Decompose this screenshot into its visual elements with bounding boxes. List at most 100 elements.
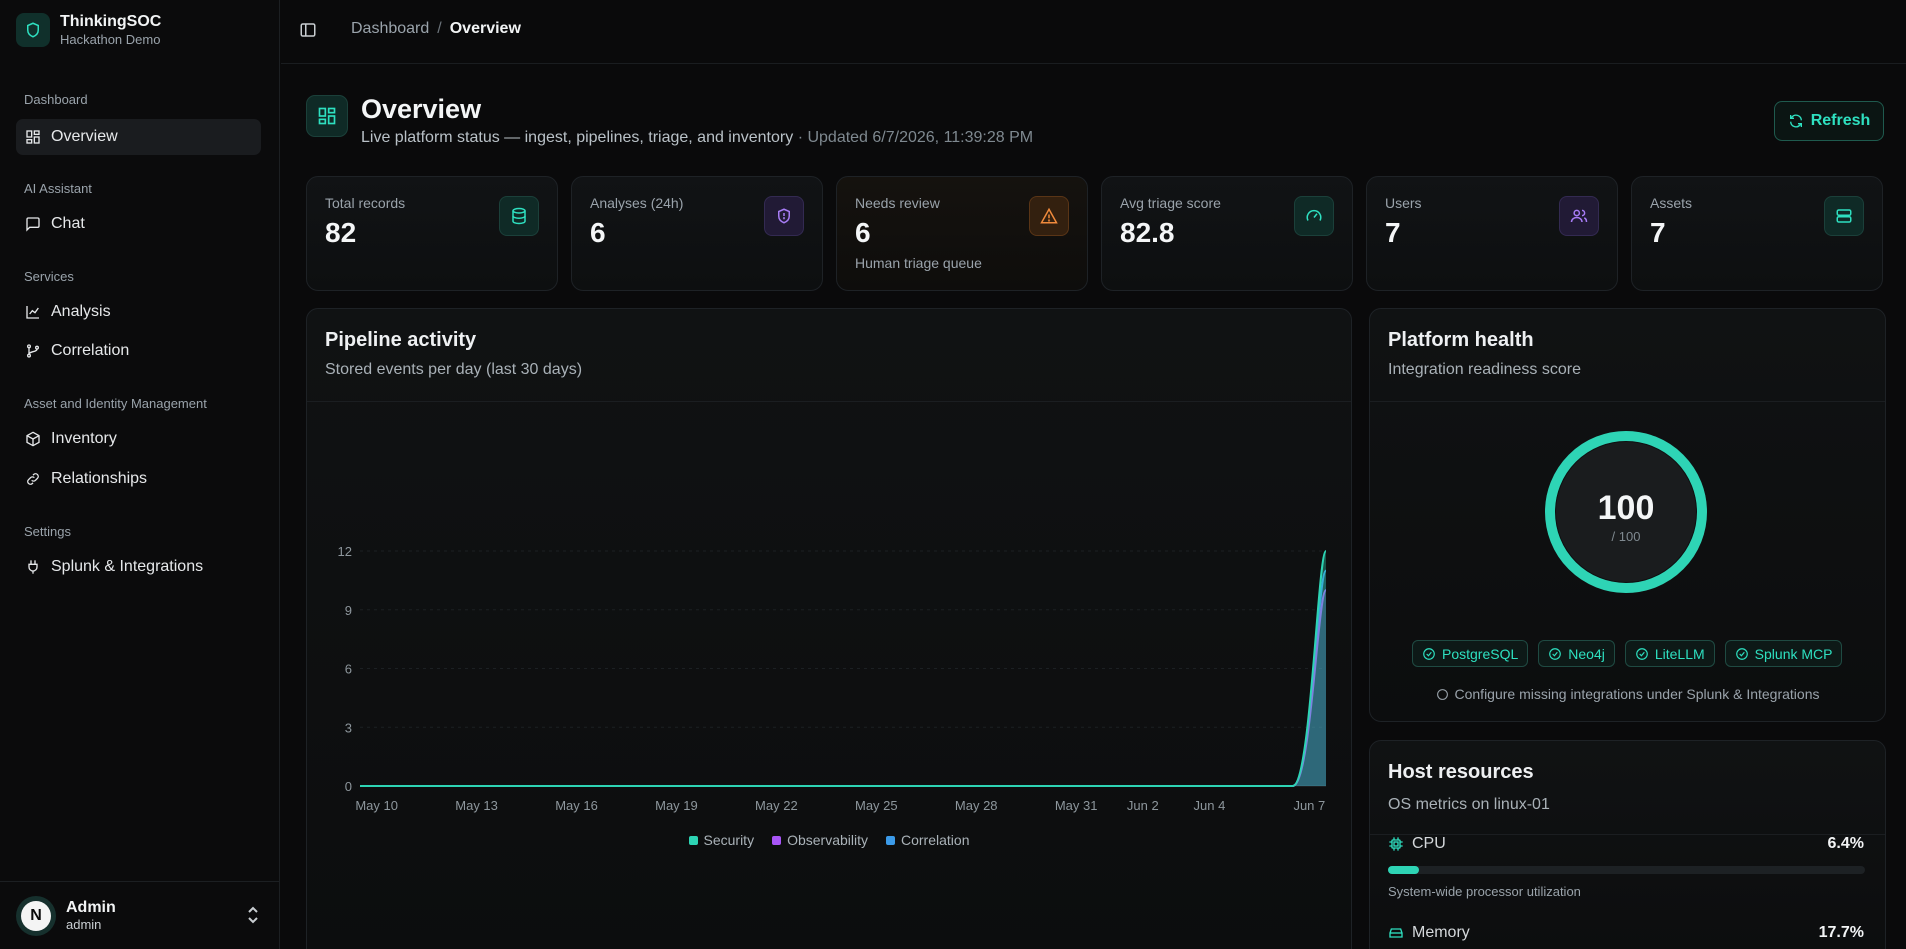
health-score-ring: 100 / 100: [1543, 429, 1709, 595]
layout-grid-icon: [26, 130, 40, 144]
sidebar-item-inventory[interactable]: Inventory: [16, 421, 261, 457]
cpu-description: System-wide processor utilization: [1388, 884, 1581, 899]
panel-title: Platform health: [1388, 329, 1534, 351]
shield-icon: [764, 196, 804, 236]
nav-group-dashboard: Dashboard: [24, 92, 88, 107]
breadcrumb-separator: /: [437, 20, 442, 37]
sidebar-item-label: Analysis: [51, 303, 111, 320]
config-note: Configure missing integrations under Spl…: [1369, 686, 1886, 702]
stat-label: Needs review: [855, 195, 940, 211]
stat-value: 6: [855, 217, 871, 248]
layout-grid-icon: [306, 95, 348, 137]
panel-divider: [1370, 834, 1885, 835]
link-icon: [27, 473, 39, 485]
integration-chip-postgresql: PostgreSQL: [1412, 640, 1529, 667]
nav-group-asset-identity: Asset and Identity Management: [24, 396, 207, 411]
last-updated: · Updated 6/7/2026, 11:39:28 PM: [797, 129, 1034, 146]
plug-icon: [28, 560, 38, 574]
topbar: Dashboard / Overview: [281, 0, 1906, 64]
breadcrumb-dashboard[interactable]: Dashboard: [351, 20, 429, 38]
chip-label: LiteLLM: [1654, 645, 1705, 662]
refresh-label: Refresh: [1810, 112, 1871, 129]
sidebar-toggle-icon[interactable]: [299, 21, 317, 39]
memory-label-text: Memory: [1412, 924, 1470, 941]
brand[interactable]: ThinkingSOC Hackathon Demo: [16, 12, 161, 48]
memory-icon: [1389, 928, 1403, 938]
integration-chip-neo4j: Neo4j: [1538, 640, 1615, 667]
sidebar-item-overview[interactable]: Overview: [16, 119, 261, 155]
users-icon: [1559, 196, 1599, 236]
server-icon: [1824, 196, 1864, 236]
breadcrumb: Dashboard / Overview: [351, 20, 521, 38]
integration-chips: PostgreSQL Neo4j LiteLLM Splunk MCP: [1412, 640, 1843, 667]
stat-note: Human triage queue: [855, 255, 982, 271]
legend-label: Correlation: [901, 832, 970, 848]
stat-card-needs-review: Needs review 6 Human triage queue: [836, 176, 1088, 291]
memory-label: Memory: [1388, 924, 1470, 942]
sidebar-item-relationships[interactable]: Relationships: [16, 461, 261, 497]
panel-title: Host resources: [1388, 761, 1534, 783]
health-score-max: / 100: [1611, 529, 1641, 544]
sidebar-item-analysis[interactable]: Analysis: [16, 294, 261, 330]
check-circle-icon: [1735, 647, 1748, 660]
stat-label: Analyses (24h): [590, 195, 684, 211]
chat-icon: [26, 217, 40, 232]
stat-label: Users: [1385, 195, 1422, 211]
sidebar-item-label: Chat: [51, 215, 85, 232]
box-icon: [26, 431, 40, 447]
cpu-label-text: CPU: [1412, 835, 1446, 852]
panel-divider: [307, 401, 1351, 402]
user-role: admin: [66, 917, 102, 932]
panel-divider: [1370, 401, 1885, 402]
legend-label: Security: [703, 832, 755, 848]
check-circle-icon: [1636, 647, 1648, 660]
chip-label: Neo4j: [1568, 645, 1605, 662]
stat-value: 6: [590, 217, 606, 248]
database-icon: [499, 196, 539, 236]
cpu-progress-bar: [1388, 866, 1865, 874]
legend-item-security[interactable]: Security: [688, 832, 755, 848]
sidebar-item-label: Overview: [51, 128, 118, 145]
sidebar-item-chat[interactable]: Chat: [16, 206, 261, 242]
cpu-progress-fill: [1388, 866, 1419, 874]
breadcrumb-current: Overview: [449, 20, 521, 37]
page-title: Overview: [361, 94, 482, 124]
host-resources-panel: Host resources OS metrics on linux-01: [1369, 740, 1886, 949]
user-menu[interactable]: N Admin admin: [0, 881, 280, 949]
sidebar-item-label: Relationships: [51, 470, 148, 487]
cpu-value: 6.4%: [1827, 835, 1864, 852]
avatar-initial: N: [21, 900, 51, 931]
sidebar: ThinkingSOC Hackathon Demo Dashboard Ove…: [0, 0, 280, 949]
legend-swatch-observability: [772, 835, 782, 845]
sidebar-item-correlation[interactable]: Correlation: [16, 333, 261, 369]
integration-chip-litellm: LiteLLM: [1624, 640, 1715, 667]
pipeline-activity-panel: Pipeline activity Stored events per day …: [306, 308, 1352, 949]
sidebar-item-label: Correlation: [51, 342, 130, 359]
panel-subtitle: Integration readiness score: [1388, 361, 1581, 378]
panel-title: Pipeline activity: [325, 329, 477, 351]
stat-card-assets: Assets 7: [1631, 176, 1883, 291]
page-subtitle: Live platform status — ingest, pipelines…: [361, 129, 1033, 147]
legend-item-correlation[interactable]: Correlation: [886, 832, 969, 848]
shield-logo-icon: [16, 13, 50, 47]
panel-subtitle: Stored events per day (last 30 days): [325, 361, 583, 378]
git-branch-icon: [27, 344, 39, 358]
sidebar-item-splunk-integrations[interactable]: Splunk & Integrations: [16, 549, 261, 585]
nav-group-ai-assistant: AI Assistant: [24, 181, 92, 196]
legend-item-observability[interactable]: Observability: [772, 832, 868, 848]
stat-card-total-records: Total records 82: [306, 176, 558, 291]
stat-label: Total records: [325, 195, 406, 211]
cpu-icon: [1389, 837, 1403, 851]
stat-value: 7: [1650, 217, 1666, 248]
chip-label: PostgreSQL: [1442, 645, 1519, 662]
cpu-label: CPU: [1388, 835, 1446, 853]
line-chart-icon: [26, 306, 39, 319]
chevron-up-down-icon: [248, 906, 258, 924]
stat-value: 82: [325, 217, 357, 248]
refresh-button[interactable]: Refresh: [1774, 101, 1884, 141]
gauge-icon: [1294, 196, 1334, 236]
alert-triangle-icon: [1029, 196, 1069, 236]
stat-value: 7: [1385, 217, 1401, 248]
brand-name: ThinkingSOC: [60, 13, 162, 30]
brand-subtitle: Hackathon Demo: [60, 32, 161, 47]
